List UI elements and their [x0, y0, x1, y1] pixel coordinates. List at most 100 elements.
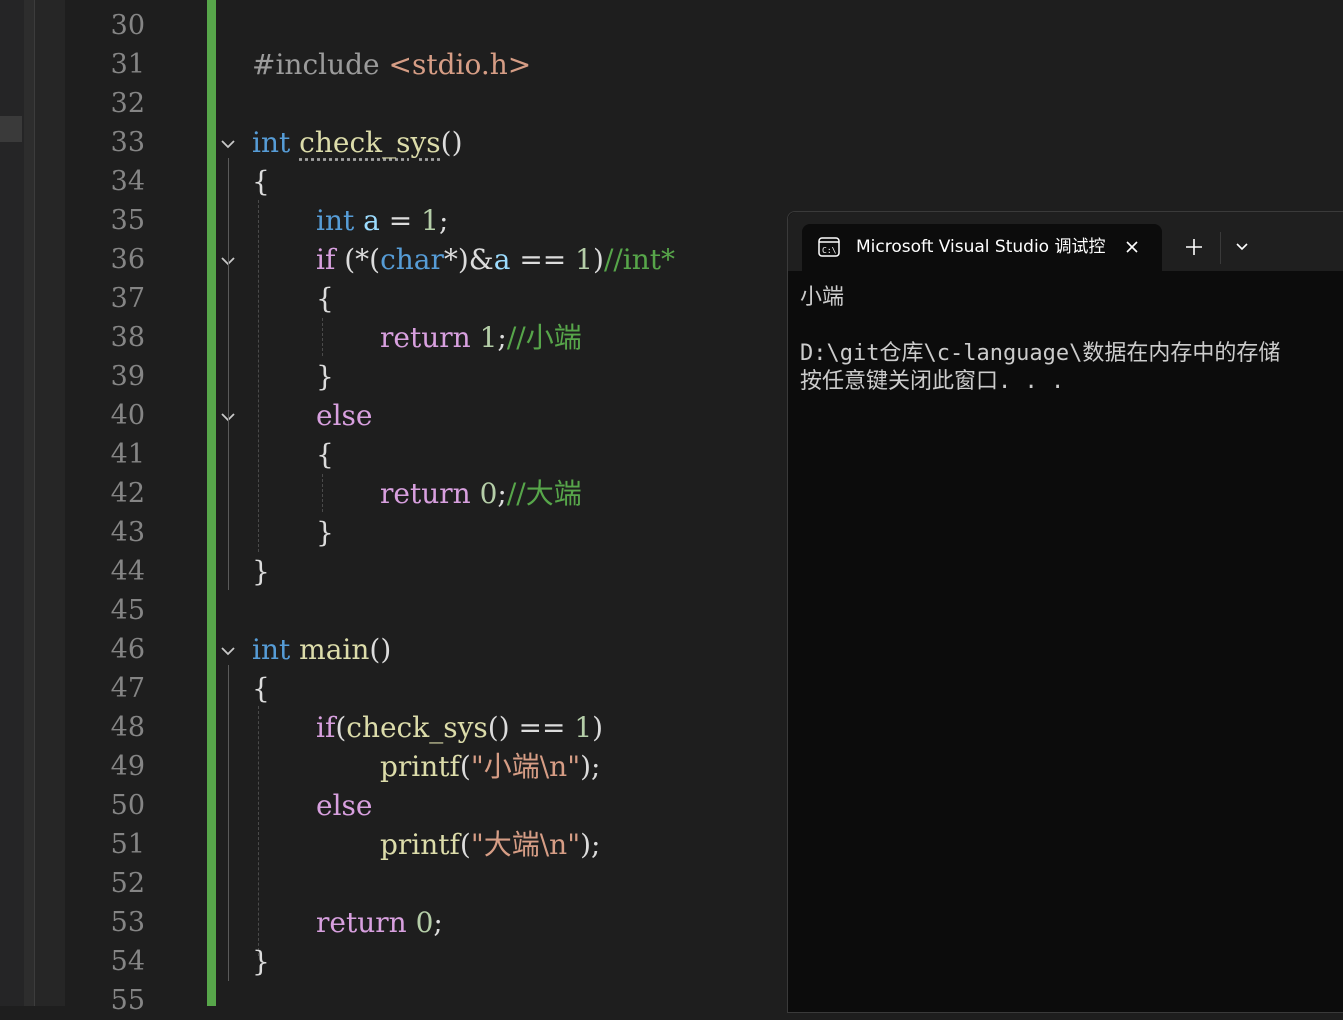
- line-number: 35: [110, 205, 145, 236]
- code-line: int check_sys(): [252, 123, 463, 162]
- fold-chevron-icon[interactable]: [220, 136, 236, 152]
- control-keyword: else: [316, 399, 373, 432]
- include-path: <stdio.h>: [388, 48, 532, 81]
- line-number: 30: [110, 10, 145, 41]
- line-number: 55: [110, 985, 145, 1016]
- terminal-tab-title: Microsoft Visual Studio 调试控: [856, 237, 1106, 257]
- line-number: 41: [110, 439, 145, 470]
- number-literal: 1: [574, 711, 593, 744]
- terminal-tab[interactable]: C:\ Microsoft Visual Studio 调试控: [802, 224, 1162, 271]
- code-line: return 0;//大端: [380, 474, 582, 513]
- punctuation: (*(: [335, 243, 381, 276]
- number-literal: 1: [421, 204, 439, 237]
- punctuation: ): [593, 243, 604, 276]
- function-name: printf: [380, 750, 460, 783]
- fold-chevron-icon[interactable]: [220, 643, 236, 659]
- svg-text:C:\: C:\: [822, 246, 837, 255]
- control-keyword: if: [316, 243, 336, 276]
- code-line: int main(): [252, 630, 391, 669]
- left-panel-strip: [0, 0, 24, 1006]
- number-literal: 1: [470, 321, 498, 354]
- left-panel-divider: [24, 0, 35, 1006]
- chevron-down-icon[interactable]: [1235, 242, 1249, 252]
- number-literal: 0: [406, 906, 434, 939]
- punctuation: (: [335, 711, 347, 744]
- console-app-icon: C:\: [818, 237, 840, 257]
- code-line: if (*(char*)&a == 1)//int*: [316, 240, 675, 279]
- indent-guide: [258, 200, 259, 552]
- terminal-output-line: D:\git仓库\c-language\数据在内存中的存储: [800, 341, 1281, 366]
- line-number: 52: [110, 868, 145, 899]
- operator: =: [379, 204, 422, 237]
- line-number: 42: [110, 478, 145, 509]
- type-keyword: char: [380, 243, 444, 276]
- line-number: 31: [110, 49, 145, 80]
- comment: //int*: [603, 243, 676, 276]
- code-line: }: [252, 555, 270, 588]
- punctuation: ): [592, 711, 604, 744]
- punctuation: (): [440, 126, 463, 159]
- plus-icon[interactable]: [1185, 238, 1203, 256]
- code-line: else: [316, 396, 372, 435]
- string-literal: "小端\n": [470, 750, 581, 783]
- code-line: {: [252, 165, 270, 198]
- type-keyword: int: [252, 126, 291, 159]
- punctuation: ;: [438, 204, 449, 237]
- line-number: 51: [110, 829, 145, 860]
- tab-separator: [1220, 232, 1221, 264]
- line-number: 54: [110, 946, 145, 977]
- punctuation: (: [459, 750, 471, 783]
- type-keyword: int: [252, 633, 291, 666]
- function-name: check_sys: [299, 126, 441, 159]
- punctuation: );: [580, 828, 601, 861]
- code-line: int a = 1;: [316, 201, 448, 240]
- code-line: return 0;: [316, 903, 443, 942]
- string-literal: "大端\n": [470, 828, 581, 861]
- line-number: 50: [110, 790, 145, 821]
- operator: () ==: [487, 711, 575, 744]
- control-keyword: else: [316, 789, 373, 822]
- punctuation: (): [369, 633, 392, 666]
- fold-region-line: [228, 665, 229, 981]
- line-number: 37: [110, 283, 145, 314]
- line-number: 48: [110, 712, 145, 743]
- code-line: }: [252, 945, 270, 978]
- control-keyword: if: [316, 711, 336, 744]
- line-number: 53: [110, 907, 145, 938]
- number-literal: 1: [575, 243, 593, 276]
- control-keyword: return: [380, 477, 471, 510]
- operator: ==: [510, 243, 576, 276]
- code-line: {: [316, 282, 334, 315]
- function-name: printf: [380, 828, 460, 861]
- function-name: main: [299, 633, 370, 666]
- punctuation: ;: [497, 477, 507, 510]
- comment: //小端: [506, 321, 582, 354]
- line-number: 47: [110, 673, 145, 704]
- code-line: printf("小端\n");: [380, 747, 600, 786]
- code-line: #include <stdio.h>: [252, 45, 531, 84]
- line-number: 36: [110, 244, 145, 275]
- code-line: {: [252, 672, 270, 705]
- code-line: }: [316, 360, 334, 393]
- editor-gutter: [35, 0, 65, 1006]
- control-keyword: return: [316, 906, 407, 939]
- indent-guide: [322, 318, 323, 356]
- control-keyword: return: [380, 321, 471, 354]
- close-icon[interactable]: [1124, 239, 1140, 255]
- code-line: printf("大端\n");: [380, 825, 600, 864]
- terminal-tab-bar: C:\ Microsoft Visual Studio 调试控: [788, 212, 1343, 271]
- line-number: 32: [110, 88, 145, 119]
- punctuation: (: [459, 828, 471, 861]
- debug-console-window[interactable]: C:\ Microsoft Visual Studio 调试控 小端 D:\gi…: [787, 211, 1343, 1013]
- code-line: }: [316, 516, 334, 549]
- line-number: 39: [110, 361, 145, 392]
- function-name: check_sys: [346, 711, 488, 744]
- code-line: return 1;//小端: [380, 318, 582, 357]
- line-number: 44: [110, 556, 145, 587]
- punctuation: *)&: [443, 243, 494, 276]
- punctuation: ;: [433, 906, 443, 939]
- terminal-output-line: 小端: [800, 285, 845, 310]
- variable: a: [363, 204, 380, 237]
- line-number: 43: [110, 517, 145, 548]
- code-line: if(check_sys() == 1): [316, 708, 603, 747]
